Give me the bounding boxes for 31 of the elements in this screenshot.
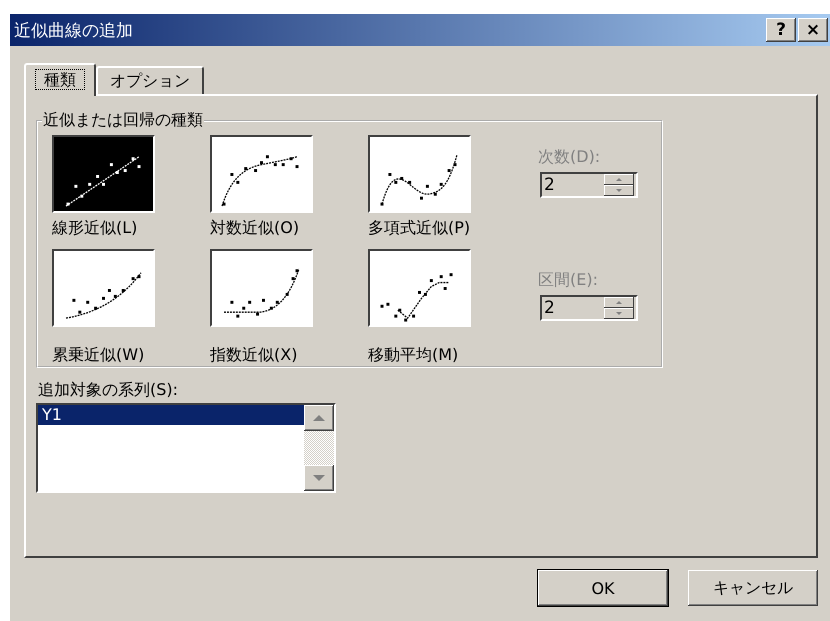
close-button[interactable]: ×: [798, 18, 828, 42]
spinner-label: 次数(D):: [538, 147, 602, 168]
group-title: 近似または回帰の種類: [42, 110, 204, 131]
spin-down-button[interactable]: [604, 185, 634, 196]
trend-type-label: 対数近似(O): [210, 218, 300, 238]
scroll-up-button[interactable]: [304, 405, 334, 431]
spin-down-button[interactable]: [604, 308, 634, 319]
trendline-thumbnail[interactable]: [210, 249, 313, 327]
trend-type-label: 累乗近似(W): [52, 345, 144, 365]
tab[interactable]: オプション: [96, 66, 204, 94]
scroll-down-button[interactable]: [304, 465, 334, 491]
trend-type-label: 移動平均(M): [368, 345, 458, 365]
trendline-thumbnail[interactable]: [368, 135, 471, 213]
tab[interactable]: 種類: [24, 63, 96, 96]
dialog-button[interactable]: キャンセル: [688, 570, 818, 606]
spinner-label: 区間(E):: [538, 270, 599, 291]
list-item[interactable]: Y1: [38, 405, 304, 425]
window-title: 近似曲線の追加: [14, 20, 134, 42]
dialog-button[interactable]: OK: [538, 570, 668, 606]
trend-type-label: 指数近似(X): [210, 345, 298, 365]
spin-up-button[interactable]: [604, 297, 634, 308]
help-button[interactable]: ?: [766, 18, 796, 42]
trendline-thumbnail[interactable]: [368, 249, 471, 327]
series-label: 追加対象の系列(S):: [38, 380, 178, 401]
spin-up-button[interactable]: [604, 174, 634, 185]
trend-type-label: 多項式近似(P): [368, 218, 470, 238]
series-list[interactable]: Y1: [36, 403, 336, 493]
trendline-thumbnail[interactable]: [210, 135, 313, 213]
trendline-thumbnail[interactable]: [52, 249, 155, 327]
trend-type-label: 線形近似(L): [52, 218, 138, 238]
trendline-thumbnail[interactable]: [52, 135, 155, 213]
